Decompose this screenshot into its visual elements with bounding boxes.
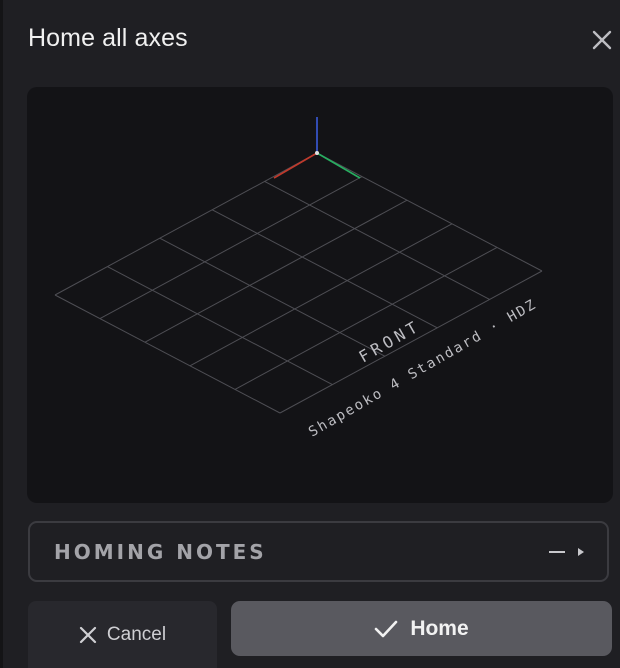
minus-icon[interactable] (549, 550, 565, 554)
grid-line (189, 223, 453, 367)
cancel-label: Cancel (106, 623, 167, 645)
bed-grid (54, 152, 543, 414)
grid-line (211, 209, 438, 329)
homing-notes-panel[interactable]: HOMING NOTES (28, 521, 609, 582)
grid-line (107, 266, 333, 386)
grid-line (159, 237, 386, 357)
grid-line (99, 176, 363, 320)
machine-preview-viewport[interactable]: FRONT Shapeoko 4 Standard · HDZ (27, 87, 613, 503)
cancel-button[interactable]: Cancel (28, 601, 217, 668)
grid-line (264, 180, 490, 300)
grid-line (54, 152, 318, 296)
front-label: FRONT (356, 316, 425, 367)
y-axis-line (316, 152, 361, 179)
grid-line (279, 270, 543, 414)
home-button[interactable]: Home (231, 601, 612, 656)
grid-line (316, 152, 543, 272)
play-arrow-icon[interactable] (577, 547, 585, 557)
x-axis-line (273, 152, 318, 179)
grid-line (54, 294, 281, 414)
home-label: Home (410, 616, 469, 640)
homing-notes-label: HOMING NOTES (54, 539, 267, 564)
machine-bed-diagram: FRONT Shapeoko 4 Standard · HDZ (54, 117, 543, 440)
close-icon (79, 626, 97, 643)
check-icon (375, 620, 398, 637)
close-button[interactable] (588, 26, 616, 54)
window-edge (0, 0, 3, 668)
machine-model-label: Shapeoko 4 Standard · HDZ (306, 296, 540, 440)
origin-dot (315, 151, 319, 155)
close-icon (592, 30, 612, 50)
dialog-title: Home all axes (28, 24, 188, 52)
grid-line (144, 199, 408, 343)
grid-line (234, 246, 498, 390)
